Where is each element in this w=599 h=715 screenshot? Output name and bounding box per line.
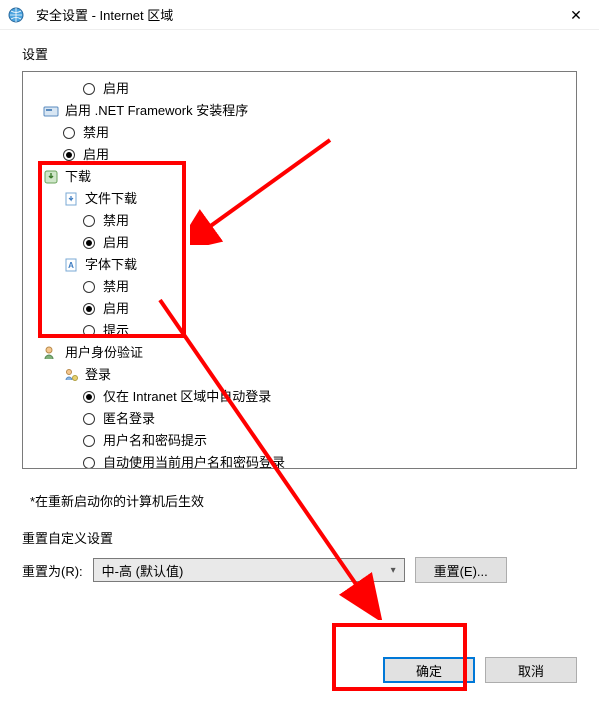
radio-icon[interactable] <box>83 413 95 425</box>
radio-icon[interactable] <box>63 149 75 161</box>
category-font-download: A 字体下载 <box>23 254 576 276</box>
radio-icon[interactable] <box>83 215 95 227</box>
close-button[interactable]: ✕ <box>553 0 599 30</box>
option-auto-current[interactable]: 自动使用当前用户名和密码登录 <box>23 452 576 469</box>
option-label: 启用 <box>103 298 129 320</box>
option-label: 启用 <box>103 232 129 254</box>
radio-icon[interactable] <box>83 435 95 447</box>
gear-icon <box>43 103 59 119</box>
app-icon <box>8 7 24 23</box>
radio-icon[interactable] <box>83 83 95 95</box>
category-login: 登录 <box>23 364 576 386</box>
reset-to-label: 重置为(R): <box>22 561 83 580</box>
user-auth-icon <box>43 345 59 361</box>
category-file-download: 文件下载 <box>23 188 576 210</box>
reset-section: 重置自定义设置 重置为(R): 中-高 (默认值) ▾ 重置(E)... <box>22 528 577 583</box>
download-icon <box>43 169 59 185</box>
category-label: 字体下载 <box>85 254 137 276</box>
radio-icon[interactable] <box>63 127 75 139</box>
category-auth: 用户身份验证 <box>23 342 576 364</box>
option-font-disable[interactable]: 禁用 <box>23 276 576 298</box>
dialog-buttons: 确定 取消 <box>383 657 577 683</box>
option-file-enable[interactable]: 启用 <box>23 232 576 254</box>
button-label: 确定 <box>416 661 442 680</box>
login-icon <box>63 367 79 383</box>
option-font-enable[interactable]: 启用 <box>23 298 576 320</box>
svg-text:A: A <box>68 261 74 270</box>
restart-note: *在重新启动你的计算机后生效 <box>0 469 599 510</box>
category-netfx: 启用 .NET Framework 安装程序 <box>23 100 576 122</box>
option-label: 启用 <box>83 144 109 166</box>
option-label: 禁用 <box>103 276 129 298</box>
reset-button[interactable]: 重置(E)... <box>415 557 507 583</box>
option-label: 提示 <box>103 320 129 342</box>
chevron-down-icon: ▾ <box>391 565 396 576</box>
option-netfx-enable[interactable]: 启用 <box>23 144 576 166</box>
option-label: 用户名和密码提示 <box>103 430 207 452</box>
option-label: 匿名登录 <box>103 408 155 430</box>
option-intranet-only[interactable]: 仅在 Intranet 区域中自动登录 <box>23 386 576 408</box>
option-userpass-prompt[interactable]: 用户名和密码提示 <box>23 430 576 452</box>
window-controls: ✕ <box>553 0 599 30</box>
category-download: 下载 <box>23 166 576 188</box>
option-enable[interactable]: 启用 <box>23 78 576 100</box>
file-download-icon <box>63 191 79 207</box>
category-label: 登录 <box>85 364 111 386</box>
option-label: 仅在 Intranet 区域中自动登录 <box>103 386 271 408</box>
option-font-prompt[interactable]: 提示 <box>23 320 576 342</box>
option-netfx-disable[interactable]: 禁用 <box>23 122 576 144</box>
radio-icon[interactable] <box>83 303 95 315</box>
reset-level-combobox[interactable]: 中-高 (默认值) ▾ <box>93 558 405 582</box>
radio-icon[interactable] <box>83 391 95 403</box>
option-anonymous[interactable]: 匿名登录 <box>23 408 576 430</box>
ok-button[interactable]: 确定 <box>383 657 475 683</box>
reset-section-label: 重置自定义设置 <box>22 528 577 547</box>
category-label: 用户身份验证 <box>65 342 143 364</box>
cancel-button[interactable]: 取消 <box>485 657 577 683</box>
radio-icon[interactable] <box>83 237 95 249</box>
settings-tree[interactable]: 启用 启用 .NET Framework 安装程序 禁用 启用 下载 文件下载 … <box>22 71 577 469</box>
radio-icon[interactable] <box>83 281 95 293</box>
category-label: 启用 .NET Framework 安装程序 <box>65 100 248 122</box>
font-download-icon: A <box>63 257 79 273</box>
option-label: 禁用 <box>83 122 109 144</box>
settings-label: 设置 <box>0 30 599 67</box>
button-label: 重置(E)... <box>434 561 488 580</box>
button-label: 取消 <box>518 661 544 680</box>
category-label: 文件下载 <box>85 188 137 210</box>
combo-value: 中-高 (默认值) <box>102 561 184 580</box>
option-file-disable[interactable]: 禁用 <box>23 210 576 232</box>
option-label: 禁用 <box>103 210 129 232</box>
radio-icon[interactable] <box>83 457 95 469</box>
option-label: 自动使用当前用户名和密码登录 <box>103 452 285 469</box>
option-label: 启用 <box>103 78 129 100</box>
category-label: 下载 <box>65 166 91 188</box>
window-title: 安全设置 - Internet 区域 <box>36 5 173 24</box>
titlebar: 安全设置 - Internet 区域 ✕ <box>0 0 599 30</box>
radio-icon[interactable] <box>83 325 95 337</box>
